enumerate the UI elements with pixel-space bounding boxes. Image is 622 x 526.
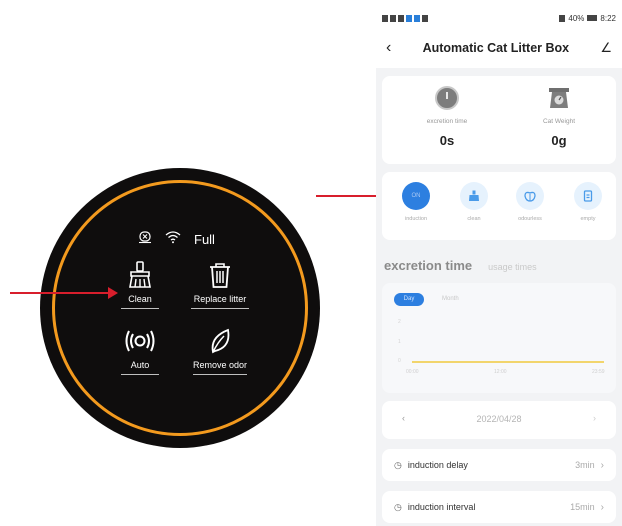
page-title: Automatic Cat Litter Box bbox=[422, 41, 570, 55]
y-tick-label: 1 bbox=[398, 339, 401, 345]
remove-odor-label: Remove odor bbox=[192, 360, 248, 370]
x-tick-label: 00:00 bbox=[406, 369, 419, 375]
auto-underline bbox=[121, 374, 159, 375]
empty-bin-icon bbox=[574, 182, 602, 210]
cat-weight-stat: Cat Weight 0g bbox=[504, 86, 614, 148]
signal-icon bbox=[390, 14, 396, 22]
mode-odourless[interactable]: odourless bbox=[508, 182, 552, 222]
panel-status-row: Full bbox=[138, 230, 215, 249]
chevron-right-icon: › bbox=[600, 459, 604, 471]
y-tick-label: 2 bbox=[398, 319, 401, 325]
excretion-time-stat: excretion time 0s bbox=[392, 86, 502, 148]
clock-icon: ◷ bbox=[394, 501, 402, 512]
mode-induction[interactable]: ON induction bbox=[394, 182, 438, 222]
auto-label: Auto bbox=[130, 360, 150, 370]
chart-card: Day Month 2 1 0 00:00 12:00 23:59 bbox=[382, 283, 616, 393]
status-bar: 40% 8:22 bbox=[376, 8, 622, 28]
day-toggle[interactable]: Day bbox=[394, 293, 424, 306]
signal-icon bbox=[382, 14, 388, 22]
setting-induction-delay[interactable]: ◷ induction delay 3min › bbox=[382, 449, 616, 481]
leaf-icon bbox=[180, 326, 260, 356]
setting-induction-interval[interactable]: ◷ induction interval 15min › bbox=[382, 491, 616, 523]
wifi-status-icon bbox=[398, 14, 404, 22]
clean-underline bbox=[121, 308, 159, 309]
scale-icon bbox=[504, 86, 614, 110]
next-date-button[interactable]: › bbox=[593, 413, 596, 423]
stat-label: Cat Weight bbox=[542, 118, 576, 125]
x-tick-label: 23:59 bbox=[592, 369, 605, 375]
edit-button[interactable]: ∠ bbox=[600, 40, 612, 56]
cat-status-icon bbox=[138, 230, 152, 249]
induction-toggle-icon: ON bbox=[402, 182, 430, 210]
mode-label: odourless bbox=[518, 216, 542, 222]
auto-signal-icon bbox=[100, 326, 180, 356]
modes-card: ON induction clean odourless empty bbox=[382, 172, 616, 240]
wifi-icon bbox=[164, 230, 182, 249]
tab-excretion-time[interactable]: excretion time bbox=[384, 258, 472, 273]
auto-button[interactable]: Auto bbox=[100, 326, 180, 375]
date-selector: ‹ 2022/04/28 › bbox=[382, 401, 616, 439]
battery-icon bbox=[587, 15, 598, 21]
mode-empty[interactable]: empty bbox=[566, 182, 610, 222]
month-toggle[interactable]: Month bbox=[442, 293, 459, 306]
tab-usage-times[interactable]: usage times bbox=[488, 262, 537, 272]
broom-icon bbox=[460, 182, 488, 210]
chevron-right-icon: › bbox=[600, 501, 604, 513]
mode-label: clean bbox=[467, 216, 481, 222]
y-tick-label: 0 bbox=[398, 358, 401, 364]
broom-icon bbox=[100, 260, 180, 290]
app-icon bbox=[414, 14, 420, 22]
phone-screen: 40% 8:22 ‹ Automatic Cat Litter Box ∠ ex… bbox=[376, 8, 622, 526]
app-icon bbox=[406, 14, 412, 22]
clock-icon: ◷ bbox=[394, 459, 402, 470]
date-value: 2022/04/28 bbox=[476, 414, 522, 424]
stat-value: 0s bbox=[439, 133, 455, 148]
battery-text: 40% bbox=[568, 13, 585, 23]
clock-icon bbox=[435, 86, 459, 110]
chart-series-line bbox=[412, 361, 604, 363]
nav-bar: ‹ Automatic Cat Litter Box ∠ bbox=[376, 28, 622, 68]
notification-icon bbox=[422, 14, 428, 22]
stat-label: excretion time bbox=[426, 118, 468, 125]
clean-button[interactable]: Clean bbox=[100, 260, 180, 309]
leaf-icon bbox=[516, 182, 544, 210]
full-status-text: Full bbox=[194, 232, 215, 247]
panel-content: Full Clean Replace litter Auto Remove od… bbox=[52, 180, 308, 436]
mode-label: empty bbox=[580, 216, 596, 222]
replace-litter-label: Replace litter bbox=[193, 294, 247, 304]
stat-value: 0g bbox=[551, 133, 567, 148]
setting-value: 15min bbox=[570, 502, 595, 512]
trash-icon bbox=[180, 260, 260, 290]
remove-odor-underline bbox=[193, 374, 247, 375]
mode-clean[interactable]: clean bbox=[452, 182, 496, 222]
setting-label: induction delay bbox=[407, 460, 468, 470]
setting-label: induction interval bbox=[407, 502, 476, 512]
setting-value: 3min bbox=[575, 460, 595, 470]
clock-text: 8:22 bbox=[600, 13, 616, 23]
replace-litter-button[interactable]: Replace litter bbox=[180, 260, 260, 309]
replace-litter-underline bbox=[191, 308, 249, 309]
x-tick-label: 12:00 bbox=[494, 369, 507, 375]
mode-label: induction bbox=[404, 216, 428, 222]
status-bar-right: 40% 8:22 bbox=[559, 14, 616, 23]
remove-odor-button[interactable]: Remove odor bbox=[180, 326, 260, 375]
stats-card: excretion time 0s Cat Weight 0g bbox=[382, 76, 616, 164]
arrow-to-clean bbox=[10, 287, 118, 299]
back-button[interactable]: ‹ bbox=[386, 39, 391, 57]
status-bar-left bbox=[382, 14, 428, 22]
chart-tabs: excretion time usage times bbox=[376, 258, 622, 273]
nfc-icon bbox=[559, 14, 566, 22]
